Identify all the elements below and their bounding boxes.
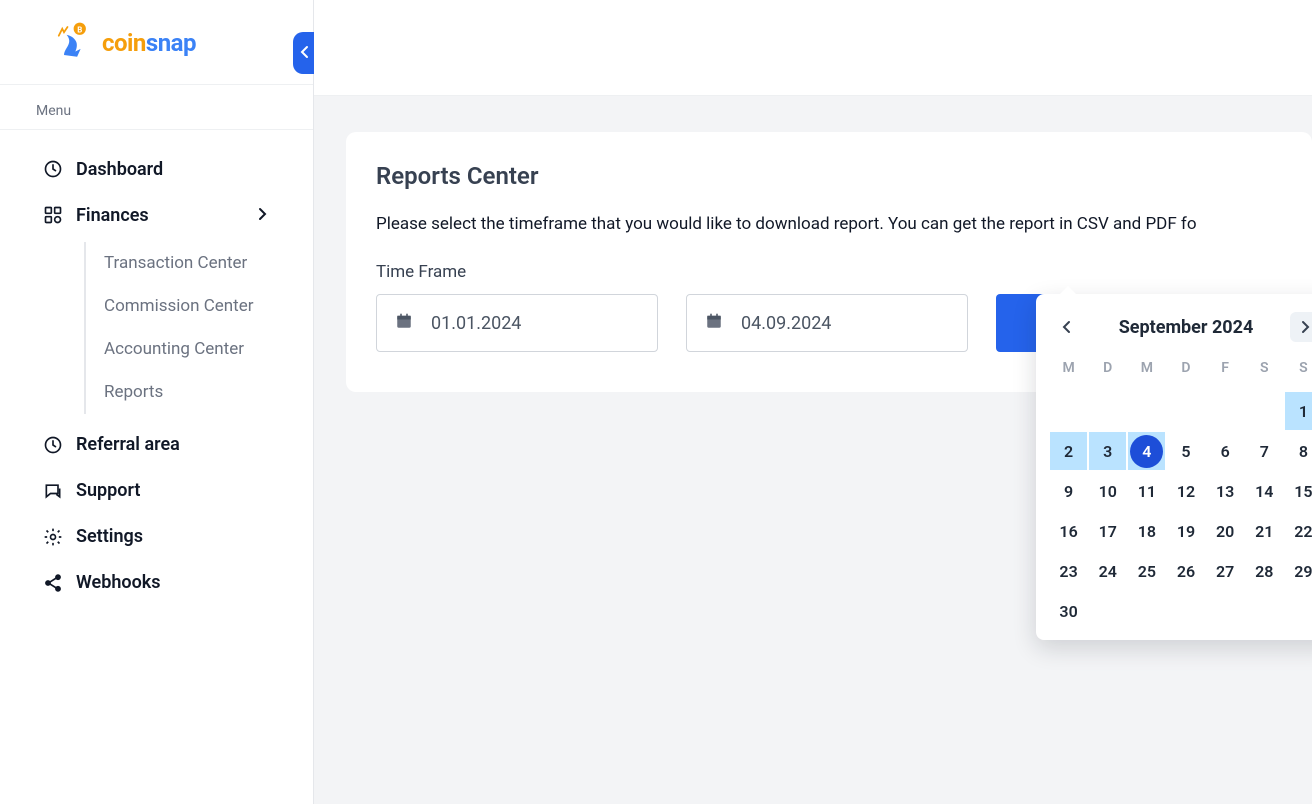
subnav-transaction-center[interactable]: Transaction Center: [104, 242, 264, 285]
menu-section-label: Menu: [0, 85, 313, 130]
datepicker-empty-cell: [1246, 592, 1283, 630]
datepicker-dow: D: [1167, 352, 1204, 390]
calendar-icon: [395, 312, 413, 335]
sidebar: B coinsnap Menu Dashboard: [0, 0, 314, 804]
datepicker-day[interactable]: 6: [1207, 432, 1244, 470]
datepicker-day[interactable]: 21: [1246, 512, 1283, 550]
clock-icon: [42, 434, 64, 456]
calendar-icon: [705, 312, 723, 335]
datepicker-day[interactable]: 3: [1089, 432, 1126, 470]
datepicker-dow: D: [1089, 352, 1126, 390]
page-title: Reports Center: [376, 162, 1282, 190]
subnav-commission-center[interactable]: Commission Center: [104, 285, 264, 328]
chevron-right-icon: [1299, 320, 1311, 334]
chevron-left-icon: [1061, 320, 1073, 334]
datepicker-day[interactable]: 1: [1285, 392, 1312, 430]
datepicker-day[interactable]: 19: [1167, 512, 1204, 550]
share-icon: [42, 572, 64, 594]
datepicker-empty-cell: [1128, 392, 1165, 430]
datepicker-day[interactable]: 7: [1246, 432, 1283, 470]
main: Reports Center Please select the timefra…: [314, 0, 1312, 804]
datepicker-day[interactable]: 12: [1167, 472, 1204, 510]
datepicker-day[interactable]: 2: [1050, 432, 1087, 470]
datepicker-day[interactable]: 26: [1167, 552, 1204, 590]
datepicker-day[interactable]: 16: [1050, 512, 1087, 550]
sidebar-item-referral[interactable]: Referral area: [36, 422, 293, 468]
datepicker-empty-cell: [1050, 392, 1087, 430]
topbar: [314, 0, 1312, 96]
datepicker-dow: M: [1050, 352, 1087, 390]
datepicker-empty-cell: [1167, 592, 1204, 630]
datepicker-empty-cell: [1089, 392, 1126, 430]
datepicker-day[interactable]: 27: [1207, 552, 1244, 590]
datepicker-day[interactable]: 14: [1246, 472, 1283, 510]
sidebar-item-label: Settings: [76, 526, 143, 547]
datepicker-empty-cell: [1128, 592, 1165, 630]
report-description: Please select the timeframe that you wou…: [376, 214, 1282, 234]
datepicker-day[interactable]: 30: [1050, 592, 1087, 630]
clock-icon: [42, 158, 64, 180]
datepicker-month-title[interactable]: September 2024: [1119, 317, 1254, 338]
datepicker-day[interactable]: 22: [1285, 512, 1312, 550]
datepicker-day[interactable]: 25: [1128, 552, 1165, 590]
nav: Dashboard Finances Transaction Center Co…: [0, 140, 313, 606]
datepicker-popover: September 2024 MDMDFSS123456789101112131…: [1036, 294, 1312, 640]
chevron-left-icon: [300, 44, 310, 63]
date-from-input[interactable]: 01.01.2024: [376, 294, 658, 352]
datepicker-empty-cell: [1089, 592, 1126, 630]
chat-icon: [42, 480, 64, 502]
sidebar-item-label: Finances: [76, 205, 149, 226]
datepicker-day[interactable]: 24: [1089, 552, 1126, 590]
svg-text:B: B: [77, 25, 82, 34]
datepicker-day[interactable]: 8: [1285, 432, 1312, 470]
datepicker-day[interactable]: 17: [1089, 512, 1126, 550]
datepicker-day[interactable]: 28: [1246, 552, 1283, 590]
datepicker-day[interactable]: 4: [1128, 432, 1165, 470]
datepicker-prev-button[interactable]: [1052, 312, 1082, 342]
datepicker-day[interactable]: 10: [1089, 472, 1126, 510]
sidebar-item-label: Referral area: [76, 434, 180, 455]
datepicker-day[interactable]: 11: [1128, 472, 1165, 510]
sidebar-item-finances[interactable]: Finances: [36, 192, 293, 238]
datepicker-day[interactable]: 20: [1207, 512, 1244, 550]
sidebar-item-label: Webhooks: [76, 572, 161, 593]
datepicker-grid: MDMDFSS123456789101112131415161718192021…: [1050, 352, 1312, 630]
sidebar-item-label: Dashboard: [76, 159, 163, 180]
date-from-value: 01.01.2024: [431, 313, 521, 334]
datepicker-next-button[interactable]: [1290, 312, 1312, 342]
datepicker-dow: M: [1128, 352, 1165, 390]
date-to-value: 04.09.2024: [741, 313, 831, 334]
datepicker-day[interactable]: 5: [1167, 432, 1204, 470]
brand-text: coinsnap: [102, 29, 196, 57]
datepicker-day[interactable]: 23: [1050, 552, 1087, 590]
datepicker-day[interactable]: 18: [1128, 512, 1165, 550]
coinsnap-logo-icon: B: [50, 20, 92, 66]
datepicker-dow: S: [1246, 352, 1283, 390]
time-frame-label: Time Frame: [376, 262, 1282, 282]
subnav-reports[interactable]: Reports: [104, 371, 264, 414]
sidebar-item-label: Support: [76, 480, 140, 501]
sidebar-item-webhooks[interactable]: Webhooks: [36, 560, 293, 606]
datepicker-day[interactable]: 15: [1285, 472, 1312, 510]
datepicker-day[interactable]: 9: [1050, 472, 1087, 510]
datepicker-day[interactable]: 13: [1207, 472, 1244, 510]
datepicker-empty-cell: [1207, 392, 1244, 430]
date-to-input[interactable]: 04.09.2024: [686, 294, 968, 352]
gear-icon: [42, 526, 64, 548]
sidebar-item-dashboard[interactable]: Dashboard: [36, 146, 293, 192]
sidebar-item-settings[interactable]: Settings: [36, 514, 293, 560]
datepicker-day[interactable]: 29: [1285, 552, 1312, 590]
finances-submenu: Transaction Center Commission Center Acc…: [84, 242, 293, 414]
datepicker-empty-cell: [1285, 592, 1312, 630]
datepicker-empty-cell: [1207, 592, 1244, 630]
datepicker-empty-cell: [1246, 392, 1283, 430]
sidebar-item-support[interactable]: Support: [36, 468, 293, 514]
chevron-right-icon: [257, 205, 267, 226]
subnav-accounting-center[interactable]: Accounting Center: [104, 328, 264, 371]
datepicker-empty-cell: [1167, 392, 1204, 430]
datepicker-dow: F: [1207, 352, 1244, 390]
grid-icon: [42, 204, 64, 226]
logo: B coinsnap: [0, 0, 313, 85]
datepicker-dow: S: [1285, 352, 1312, 390]
